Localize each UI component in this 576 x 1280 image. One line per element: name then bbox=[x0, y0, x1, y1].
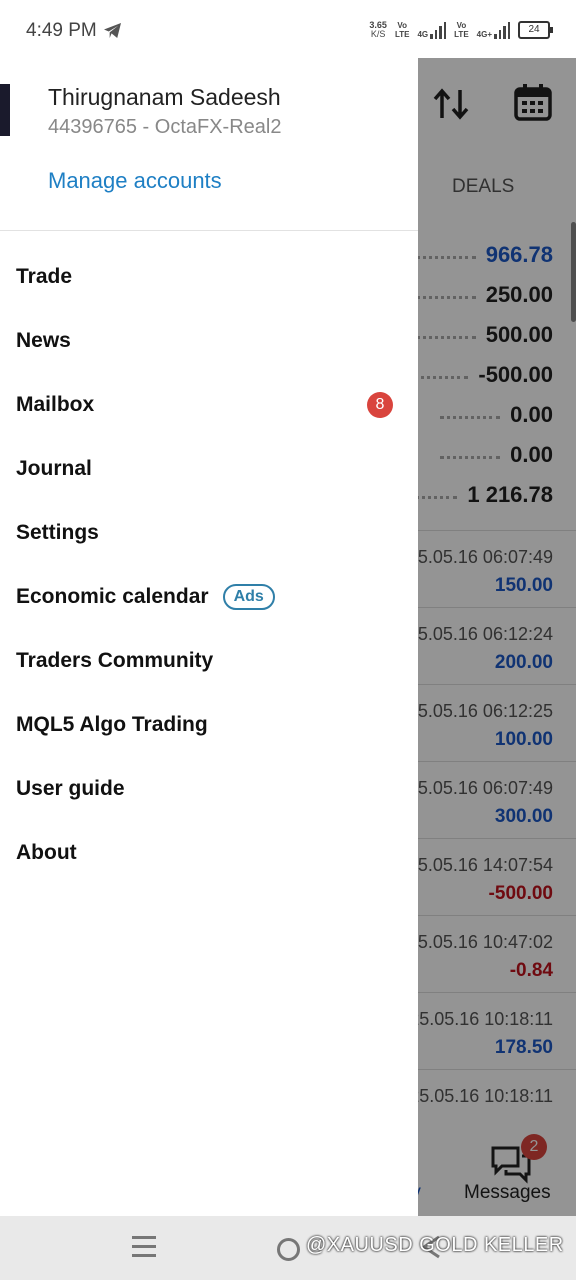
status-time: 4:49 PM bbox=[26, 20, 97, 41]
signal-1-type: 4G bbox=[417, 30, 429, 39]
avatar bbox=[0, 84, 10, 136]
menu-label: About bbox=[16, 841, 77, 864]
signal-2-type: 4G+ bbox=[476, 30, 492, 39]
system-nav-bar: @XAUUSD GOLD KELLER bbox=[0, 1216, 576, 1280]
menu-label: News bbox=[16, 329, 71, 352]
menu-label: Settings bbox=[16, 521, 99, 544]
divider bbox=[0, 230, 418, 231]
watermark: @XAUUSD GOLD KELLER bbox=[306, 1234, 564, 1256]
menu-item-economic-calendar[interactable]: Economic calendar Ads bbox=[0, 565, 418, 629]
menu-item-news[interactable]: News bbox=[0, 309, 418, 373]
mailbox-badge: 8 bbox=[367, 392, 393, 418]
menu-item-user-guide[interactable]: User guide bbox=[0, 757, 418, 821]
menu-item-mql5-algo-trading[interactable]: MQL5 Algo Trading bbox=[0, 693, 418, 757]
menu-item-about[interactable]: About bbox=[0, 821, 418, 885]
menu-label: MQL5 Algo Trading bbox=[16, 713, 208, 736]
menu-item-journal[interactable]: Journal bbox=[0, 437, 418, 501]
menu-item-trade[interactable]: Trade bbox=[0, 245, 418, 309]
menu-label: Journal bbox=[16, 457, 92, 480]
menu-item-settings[interactable]: Settings bbox=[0, 501, 418, 565]
menu-label: User guide bbox=[16, 777, 125, 800]
ads-badge: Ads bbox=[222, 584, 275, 610]
signal-1-icon: 4G bbox=[417, 21, 447, 39]
battery-icon: 24 bbox=[518, 21, 553, 39]
menu-label: Economic calendar bbox=[16, 585, 209, 608]
account-id: 44396765 - OctaFX-Real2 bbox=[48, 116, 282, 138]
account-name: Thirugnanam Sadeesh bbox=[48, 84, 281, 110]
volte-2: Vo LTE bbox=[454, 21, 469, 39]
menu-item-traders-community[interactable]: Traders Community bbox=[0, 629, 418, 693]
menu-label: Trade bbox=[16, 265, 73, 288]
net-speed: 3.65 K/S bbox=[369, 21, 387, 39]
status-bar: 4:49 PM 3.65 K/S Vo LTE 4G Vo LTE 4G+ 24 bbox=[0, 0, 576, 58]
navigation-drawer: Thirugnanam Sadeesh 44396765 - OctaFX-Re… bbox=[0, 58, 418, 1216]
recents-icon[interactable] bbox=[132, 1236, 156, 1263]
telegram-icon bbox=[104, 22, 121, 39]
volte-1: Vo LTE bbox=[394, 21, 410, 39]
drawer-menu: Trade News Mailbox 8 Journal Settings Eco… bbox=[0, 245, 418, 885]
home-icon[interactable] bbox=[277, 1238, 300, 1261]
manage-accounts-link[interactable]: Manage accounts bbox=[48, 168, 222, 194]
menu-item-mailbox[interactable]: Mailbox 8 bbox=[0, 373, 418, 437]
menu-label: Mailbox bbox=[16, 393, 95, 416]
signal-2-icon: 4G+ bbox=[477, 21, 510, 39]
status-indicators: 3.65 K/S Vo LTE 4G Vo LTE 4G+ 24 bbox=[369, 18, 553, 42]
menu-label: Traders Community bbox=[16, 649, 214, 672]
net-speed-unit: K/S bbox=[370, 29, 386, 39]
